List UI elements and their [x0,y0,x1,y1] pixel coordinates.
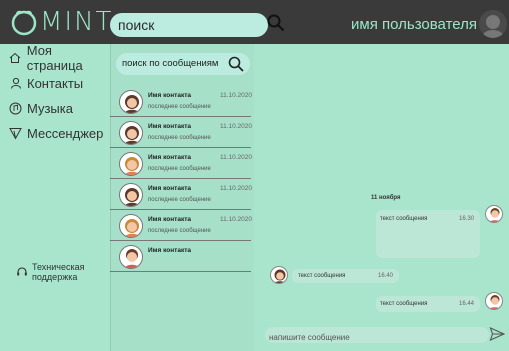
contact-last-message: последнее сообщение [148,135,211,141]
message-time: 16.40 [377,273,393,279]
conversation-list-panel: поиск по сообщениям Имя контакта 11.10.2… [110,44,254,351]
top-bar: MINT поиск имя пользователя [0,0,509,44]
user-silhouette-icon [479,10,507,38]
sidebar-item-label: Мессенджер [27,125,104,141]
contact-last-message: последнее сообщение [148,104,211,110]
messenger-icon [8,126,23,141]
contact-name: Имя контакта [148,216,191,223]
sidebar-item-music[interactable]: Музыка [8,97,110,119]
row-divider [110,116,251,117]
sidebar-item-label: Музыка [27,100,73,116]
home-icon [8,51,23,66]
row-divider [110,178,251,179]
male-avatar-icon [489,208,501,222]
male-avatar-icon [489,295,501,309]
chat-panel: 11 ноября текст сообщения 16.30 текст со… [255,44,509,351]
music-icon [8,101,23,116]
contact-date: 11.10.2020 [219,92,252,99]
date-divider: 11 ноября [371,195,401,201]
message-search-input[interactable]: поиск по сообщениям [116,53,250,75]
support-link[interactable]: Техническая поддержка [16,262,85,282]
person-icon [8,76,23,91]
row-divider [110,240,251,241]
search-icon[interactable] [228,56,244,72]
conversation-row[interactable]: Имя контакта 11.10.2020 последнее сообще… [110,212,254,241]
contact-last-message: последнее сообщение [148,197,211,203]
contact-name: Имя контакта [148,123,191,130]
search-icon[interactable] [267,14,285,32]
sidebar-item-label: Контакты [27,75,84,91]
contact-date: 11.10.2020 [219,154,252,161]
sidebar: Моя страница Контакты Музыка Мессенджер … [0,43,110,351]
logo[interactable]: MINT [10,6,113,38]
conversation-row[interactable]: Имя контакта [110,243,254,272]
message-time: 16.30 [458,216,474,222]
contact-date: 11.10.2020 [219,216,252,223]
contact-avatar [270,266,288,284]
contact-avatar [119,152,143,176]
logo-text: MINT [40,7,114,37]
message-text: текст сообщения [380,216,428,222]
message-search-placeholder: поиск по сообщениям [122,58,219,69]
contact-avatar [119,121,143,145]
message-bubble-outgoing[interactable]: текст сообщения 16.30 [376,210,480,258]
female-avatar-icon [124,126,140,144]
row-divider [110,147,251,148]
conversation-row[interactable]: Имя контакта 11.10.2020 последнее сообще… [110,181,254,210]
contact-avatar [119,183,143,207]
contact-name: Имя контакта [148,247,191,254]
support-label-line2: поддержка [32,272,78,282]
user-avatar[interactable] [479,10,507,38]
sender-avatar [485,205,503,223]
female-avatar-icon [124,188,140,206]
message-time: 16.44 [458,301,474,307]
female-avatar-icon [124,219,140,237]
female-avatar-icon [124,157,140,175]
contact-date: 11.10.2020 [219,123,252,130]
message-bubble-incoming[interactable]: текст сообщения 16.40 [292,269,399,283]
send-icon[interactable] [489,326,505,342]
search-input[interactable]: поиск [110,13,268,37]
row-divider [110,271,251,272]
female-avatar-icon [124,95,140,113]
search-input-value: поиск [118,17,155,33]
contact-last-message: последнее сообщение [148,166,211,172]
message-text: текст сообщения [298,273,346,279]
contact-avatar [119,214,143,238]
message-compose-input[interactable]: напишите сообщение [265,326,505,343]
contact-avatar [119,245,143,269]
sidebar-item-messenger[interactable]: Мессенджер [8,122,110,144]
sender-avatar [485,292,503,310]
row-divider [110,209,251,210]
message-bubble-outgoing[interactable]: текст сообщения 16.44 [376,296,480,312]
contact-avatar [119,90,143,114]
contact-name: Имя контакта [148,154,191,161]
headset-icon [17,267,27,276]
sidebar-item-contacts[interactable]: Контакты [8,72,110,94]
contact-date: 11.10.2020 [219,185,252,192]
compose-placeholder: напишите сообщение [269,333,350,342]
conversation-row[interactable]: Имя контакта 11.10.2020 последнее сообще… [110,150,254,179]
mint-leaf-icon [11,10,37,36]
conversation-row[interactable]: Имя контакта 11.10.2020 последнее сообще… [110,88,254,117]
contact-name: Имя контакта [148,185,191,192]
male-avatar-icon [124,249,140,268]
sidebar-item-my-page[interactable]: Моя страница [8,43,110,73]
username[interactable]: имя пользователя [351,16,477,33]
support-label: Техническая поддержка [32,262,85,282]
contact-last-message: последнее сообщение [148,228,211,234]
support-label-line1: Техническая [32,262,85,272]
conversation-row[interactable]: Имя контакта 11.10.2020 последнее сообще… [110,119,254,148]
female-avatar-icon [274,269,286,283]
message-text: текст сообщения [380,301,428,307]
sidebar-item-label: Моя страница [26,43,83,73]
contact-name: Имя контакта [148,92,191,99]
